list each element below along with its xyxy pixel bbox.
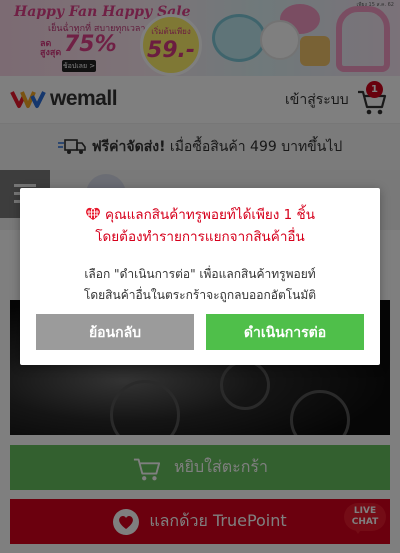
truepoint-redeem-dialog: คุณแลกสินค้าทรูพอยท์ได้เพียง 1 ชิ้น โดยต… bbox=[20, 188, 380, 365]
dialog-title-line2: โดยต้องทำรายการแยกจากสินค้าอื่น bbox=[95, 229, 305, 245]
dialog-description: เลือก "ดำเนินการต่อ" เพื่อแลกสินค้าทรูพอ… bbox=[20, 264, 380, 306]
continue-button[interactable]: ดำเนินการต่อ bbox=[206, 314, 364, 350]
dialog-title-line1: คุณแลกสินค้าทรูพอยท์ได้เพียง 1 ชิ้น bbox=[105, 207, 315, 223]
dialog-desc-line1: เลือก "ดำเนินการต่อ" เพื่อแลกสินค้าทรูพอ… bbox=[84, 267, 316, 281]
truepoint-heart-icon bbox=[86, 207, 101, 220]
dialog-title: คุณแลกสินค้าทรูพอยท์ได้เพียง 1 ชิ้น โดยต… bbox=[20, 204, 380, 248]
dialog-desc-line2: โดยสินค้าอื่นในตระกร้าจะถูกลบออกอัตโนมัต… bbox=[83, 288, 317, 302]
back-button[interactable]: ย้อนกลับ bbox=[36, 314, 194, 350]
